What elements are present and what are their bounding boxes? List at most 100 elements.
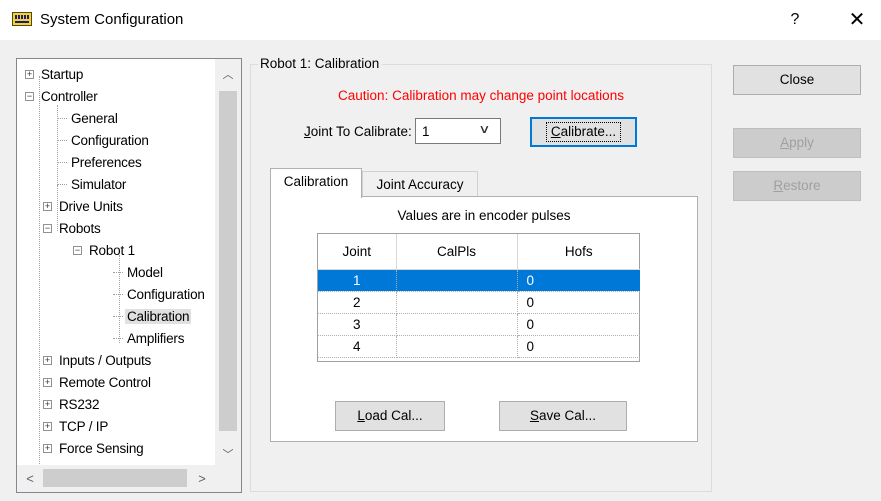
- grid-header-row: Joint CalPls Hofs: [318, 234, 640, 270]
- tree-vertical-scrollbar[interactable]: ︿ ﹀: [215, 59, 241, 465]
- cell-joint[interactable]: 1: [318, 269, 397, 292]
- accel-key: A: [780, 135, 790, 150]
- expand-icon[interactable]: +: [43, 422, 52, 431]
- tree-connector: [57, 162, 67, 163]
- tree-item-label: Inputs / Outputs: [59, 352, 152, 368]
- cell-joint[interactable]: 4: [318, 335, 397, 358]
- tree-connector: [57, 118, 67, 119]
- close-button[interactable]: Close: [733, 65, 861, 95]
- joint-to-calibrate-select[interactable]: 1 ∨: [415, 118, 501, 144]
- caution-message: Caution: Calibration may change point lo…: [338, 88, 624, 103]
- tree-item-label: Model: [127, 264, 163, 280]
- accel-key: J: [304, 124, 311, 139]
- column-header-joint[interactable]: Joint: [318, 234, 397, 270]
- tree-item-label: Force Sensing: [59, 440, 144, 456]
- restore-button[interactable]: Restore: [733, 171, 861, 201]
- selected-joint: 1: [422, 124, 430, 139]
- tree-connector: [113, 316, 123, 317]
- tree-item[interactable]: General: [71, 107, 118, 129]
- tree-list: Startup + Controller − General Configuration P…: [17, 59, 215, 465]
- tree-item[interactable]: Simulator: [71, 173, 126, 195]
- table-row[interactable]: 20: [318, 291, 640, 314]
- collapse-icon[interactable]: −: [25, 92, 34, 101]
- expand-icon[interactable]: +: [43, 400, 52, 409]
- column-header-calpls[interactable]: CalPls: [396, 234, 518, 270]
- table-row[interactable]: 40: [318, 335, 640, 358]
- tree-item[interactable]: Model: [127, 261, 163, 283]
- expand-icon[interactable]: +: [43, 356, 52, 365]
- scroll-up-icon[interactable]: ︿: [215, 64, 241, 86]
- cell-hofs[interactable]: 0: [517, 313, 640, 336]
- column-header-hofs[interactable]: Hofs: [517, 234, 640, 270]
- scroll-thumb-horizontal[interactable]: [43, 469, 187, 487]
- tree-item-label: Startup: [41, 66, 84, 82]
- cell-hofs[interactable]: 0: [517, 335, 640, 358]
- title-bar: System Configuration ? ✕: [0, 0, 881, 40]
- cell-joint[interactable]: 2: [318, 291, 397, 314]
- tree-item-label: Controller: [41, 88, 98, 104]
- button-label: ave Cal...: [538, 408, 597, 423]
- cell-calpls[interactable]: [396, 269, 518, 292]
- tree-horizontal-scrollbar[interactable]: < >: [17, 465, 241, 492]
- tree-item[interactable]: Configuration: [71, 129, 149, 151]
- tree-connector: [113, 338, 123, 339]
- cell-calpls[interactable]: [396, 291, 518, 314]
- tree-item[interactable]: Calibration: [125, 305, 192, 327]
- cell-hofs[interactable]: 0: [517, 291, 640, 314]
- tree-item[interactable]: Controller: [41, 85, 98, 107]
- accel-key: R: [773, 178, 784, 193]
- app-icon: [12, 12, 32, 26]
- tree-item-label: Robots: [59, 220, 101, 236]
- tree-item[interactable]: Startup: [41, 63, 83, 85]
- collapse-icon[interactable]: −: [73, 246, 82, 255]
- load-cal-button[interactable]: Load Cal...: [335, 401, 445, 431]
- tree-item[interactable]: Force Sensing: [59, 437, 144, 459]
- scroll-down-icon[interactable]: ﹀: [215, 444, 241, 466]
- tree-item-label: Remote Control: [59, 374, 151, 390]
- apply-button[interactable]: Apply: [733, 128, 861, 158]
- calibrate-button[interactable]: Calibrate...: [530, 117, 637, 147]
- tree-item[interactable]: Configuration: [127, 283, 205, 305]
- scroll-left-icon[interactable]: <: [19, 465, 41, 492]
- table-row[interactable]: 10: [318, 269, 640, 292]
- tree-item[interactable]: TCP / IP: [59, 415, 108, 437]
- collapse-icon[interactable]: −: [43, 224, 52, 233]
- cell-hofs[interactable]: 0: [517, 269, 640, 292]
- tree-connector: [119, 255, 120, 343]
- tree-item[interactable]: Amplifiers: [127, 327, 184, 349]
- save-cal-button[interactable]: Save Cal...: [499, 401, 627, 431]
- scroll-thumb[interactable]: [219, 91, 237, 431]
- config-tree[interactable]: Startup + Controller − General Configuration P…: [16, 58, 242, 493]
- accel-key: C: [550, 124, 561, 139]
- calibration-grid[interactable]: Joint CalPls Hofs 10203040: [317, 233, 640, 362]
- expand-icon[interactable]: +: [25, 70, 34, 79]
- help-button[interactable]: ?: [780, 8, 810, 32]
- expand-icon[interactable]: +: [43, 444, 52, 453]
- close-window-button[interactable]: ✕: [840, 6, 874, 34]
- tree-item[interactable]: Robots: [59, 217, 101, 239]
- table-row[interactable]: 30: [318, 313, 640, 336]
- window-title: System Configuration: [40, 11, 184, 28]
- expand-icon[interactable]: +: [43, 378, 52, 387]
- chevron-down-icon: ∨: [478, 122, 491, 136]
- tab-calibration[interactable]: Calibration: [270, 168, 362, 198]
- accel-key: L: [357, 408, 365, 423]
- tab-joint-accuracy[interactable]: Joint Accuracy: [362, 171, 478, 198]
- tree-item[interactable]: Drive Units: [59, 195, 123, 217]
- cell-calpls[interactable]: [396, 313, 518, 336]
- tree-item[interactable]: Inputs / Outputs: [59, 349, 151, 371]
- button-label: pply: [789, 135, 814, 150]
- tree-connector: [57, 184, 67, 185]
- expand-icon[interactable]: +: [43, 202, 52, 211]
- scroll-right-icon[interactable]: >: [191, 465, 213, 492]
- tree-item[interactable]: Preferences: [71, 151, 142, 173]
- tree-item-label: TCP / IP: [59, 418, 109, 434]
- tree-connector: [113, 294, 123, 295]
- tree-item[interactable]: Robot 1: [89, 239, 135, 261]
- accel-key: S: [529, 408, 539, 423]
- cell-calpls[interactable]: [396, 335, 518, 358]
- cell-joint[interactable]: 3: [318, 313, 397, 336]
- tree-item[interactable]: RS232: [59, 393, 99, 415]
- tree-item[interactable]: Remote Control: [59, 371, 151, 393]
- tree-item-label: RS232: [59, 396, 100, 412]
